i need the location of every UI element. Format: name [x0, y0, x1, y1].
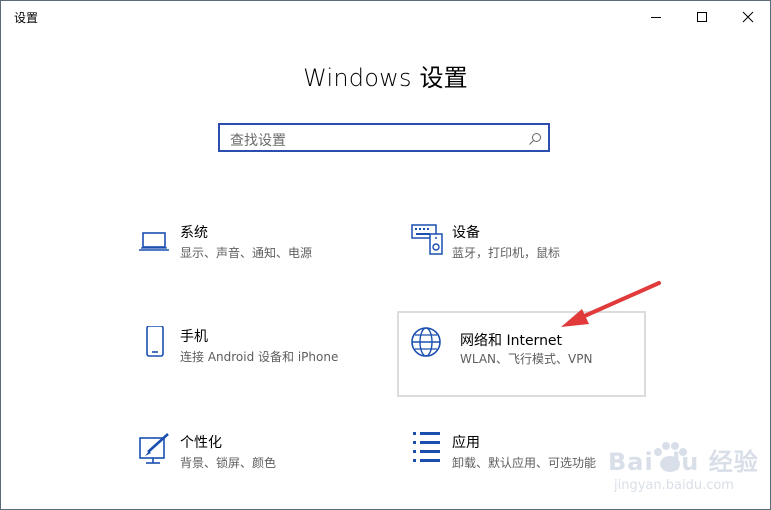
close-button[interactable] — [725, 0, 771, 33]
title-bar: 设置 — [0, 0, 771, 33]
close-icon — [742, 11, 754, 22]
globe-icon — [410, 326, 444, 360]
tile-subtitle: 卸载、默认应用、可选功能 — [452, 456, 597, 470]
phone-icon — [138, 325, 172, 360]
devices-icon — [410, 222, 444, 256]
tile-title: 系统 — [180, 225, 208, 241]
search-input[interactable]: 查找设置 — [230, 130, 286, 150]
laptop-icon — [138, 222, 172, 256]
tile-phone[interactable]: 手机 连接 Android 设备和 iPhone — [128, 316, 378, 386]
tile-subtitle: 显示、声音、通知、电源 — [180, 246, 313, 260]
search-box[interactable]: 查找设置 — [218, 123, 550, 152]
tile-title: 网络和 Internet — [460, 333, 563, 349]
tile-network-internet[interactable]: 网络和 Internet WLAN、飞行模式、VPN — [397, 311, 646, 397]
maximize-icon — [697, 11, 707, 22]
tile-subtitle: WLAN、飞行模式、VPN — [460, 352, 593, 366]
page-title: Windows 设置 — [303, 64, 468, 92]
personalization-icon — [138, 432, 172, 466]
search-icon[interactable] — [528, 131, 542, 150]
tile-system[interactable]: 系统 显示、声音、通知、电源 — [128, 212, 378, 282]
tile-subtitle: 连接 Android 设备和 iPhone — [180, 350, 339, 364]
maximize-button[interactable] — [679, 0, 725, 33]
tile-subtitle: 背景、锁屏、颜色 — [180, 456, 277, 470]
tile-personalization[interactable]: 个性化 背景、锁屏、颜色 — [128, 422, 378, 492]
tile-title: 手机 — [180, 329, 208, 345]
window-title: 设置 — [14, 11, 39, 25]
tile-title: 设备 — [452, 225, 480, 241]
tile-devices[interactable]: 设备 蓝牙，打印机，鼠标 — [400, 212, 646, 282]
tile-subtitle: 蓝牙，打印机，鼠标 — [452, 246, 561, 260]
tile-title: 个性化 — [180, 435, 222, 451]
minimize-button[interactable] — [633, 0, 679, 33]
watermark-logo: Bai du 经验 — [608, 448, 759, 476]
minimize-icon — [651, 16, 661, 18]
watermark-url: jingyan.baidu.com — [614, 478, 734, 493]
apps-icon — [410, 432, 444, 466]
watermark: Bai du 经验 jingyan.baidu.com — [600, 438, 770, 508]
tile-title: 应用 — [452, 435, 480, 451]
